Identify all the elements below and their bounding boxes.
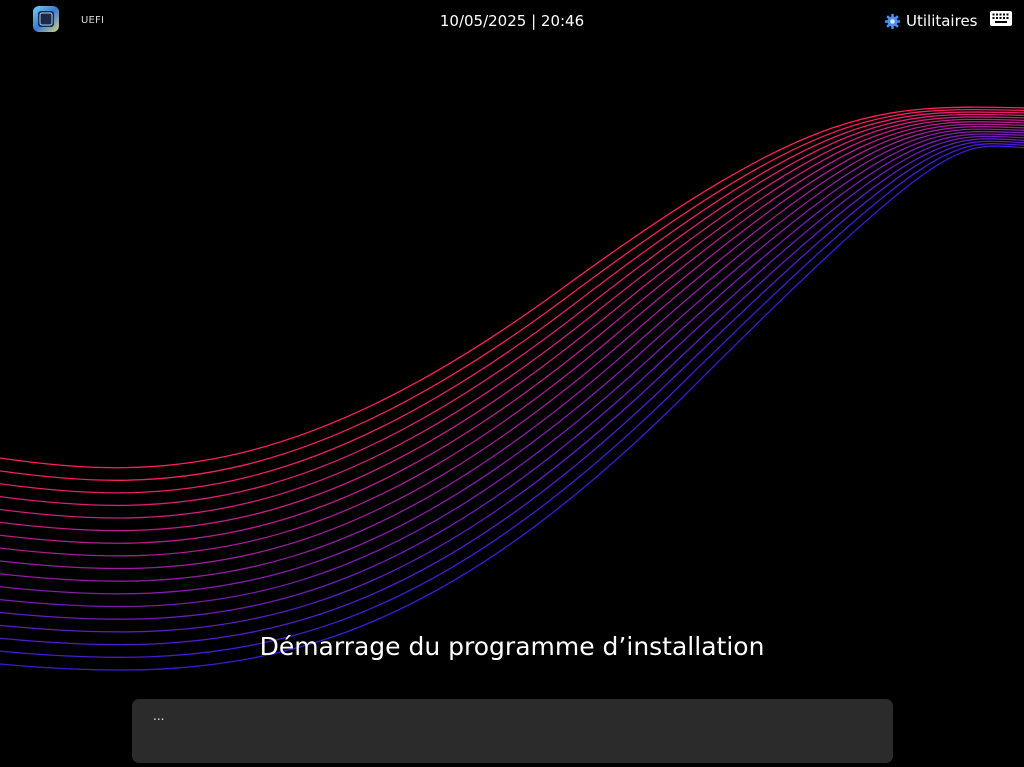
utilities-button[interactable]: Utilitaires — [884, 9, 977, 33]
wave-line — [0, 133, 1024, 608]
log-text: ... — [153, 709, 165, 723]
top-bar: UEFI 10/05/2025 | 20:46 Utilitaires — [0, 0, 1024, 44]
date-time: 10/05/2025 | 20:46 — [439, 12, 585, 30]
wave-line — [0, 111, 1024, 494]
utilities-label: Utilitaires — [906, 12, 978, 30]
wave-line — [0, 121, 1024, 544]
wave-line — [0, 135, 1024, 620]
gear-icon — [884, 13, 901, 29]
wave-line — [0, 145, 1024, 671]
setup-screen: UEFI 10/05/2025 | 20:46 Utilitaires Déma… — [0, 0, 1024, 767]
wave-line — [0, 138, 1024, 633]
wave-line — [0, 113, 1024, 507]
status-title: Démarrage du programme d’installation — [259, 632, 765, 661]
keyboard-icon[interactable] — [989, 10, 1013, 28]
wave-line — [0, 108, 1024, 481]
wave-line — [0, 126, 1024, 570]
wave-line — [0, 106, 1024, 469]
progress-log-panel: ... — [132, 699, 893, 763]
